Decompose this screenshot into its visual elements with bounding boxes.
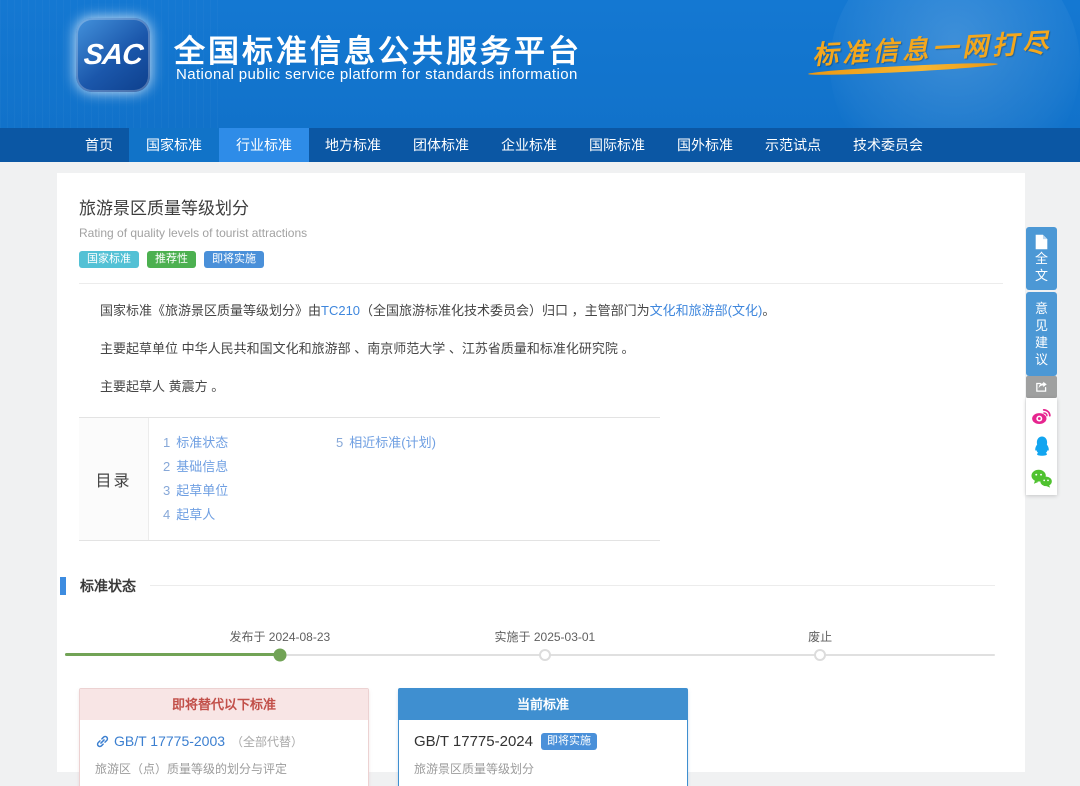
toc-text: 起草单位: [176, 483, 228, 498]
toc-text: 标准状态: [176, 435, 228, 450]
toc-column-1: 1 标准状态 2 基础信息 3 起草单位 4 起草人: [163, 431, 336, 527]
weibo-icon[interactable]: [1030, 405, 1053, 426]
nav-item-demonstration-pilot[interactable]: 示范试点: [749, 128, 837, 162]
replaced-card-header: 即将替代以下标准: [80, 689, 368, 720]
replaced-standard-note: （全部代替）: [231, 733, 303, 750]
status-timeline: 发布于 2024-08-23 实施于 2025-03-01 废止: [65, 610, 995, 662]
current-card-header: 当前标准: [399, 689, 687, 720]
fulltext-button[interactable]: 全文: [1026, 227, 1057, 290]
current-card-body: GB/T 17775-2024 即将实施 旅游景区质量等级划分: [399, 720, 687, 786]
toc-link-status[interactable]: 1 标准状态: [163, 431, 336, 455]
ministry-link[interactable]: 文化和旅游部(文化): [650, 303, 763, 318]
upcoming-badge: 即将实施: [541, 733, 597, 750]
qq-icon[interactable]: [1031, 435, 1053, 459]
current-card-line: GB/T 17775-2024 即将实施: [414, 733, 672, 750]
nav-item-local-standards[interactable]: 地方标准: [309, 128, 397, 162]
nav-item-foreign-standards[interactable]: 国外标准: [661, 128, 749, 162]
share-icon: [1034, 380, 1049, 394]
intro-text: 。: [762, 303, 775, 318]
intro-text: （全国旅游标准化技术委员会）归口 ，主管部门为: [360, 303, 650, 318]
timeline-dot-implemented[interactable]: [539, 649, 551, 661]
toc-text: 相近标准(计划): [349, 435, 436, 450]
current-standard-name: 旅游景区质量等级划分: [414, 760, 672, 777]
replaced-card-line: GB/T 17775-2003 （全部代替）: [95, 733, 353, 750]
nav-item-industry-standards[interactable]: 行业标准: [219, 128, 309, 162]
timeline-label-implemented: 实施于 2025-03-01: [495, 628, 596, 645]
toc-num: 2: [163, 459, 170, 474]
timeline-dot-abolished[interactable]: [814, 649, 826, 661]
sac-logo-text: SAC: [82, 39, 144, 72]
page: SAC 全国标准信息公共服务平台 National public service…: [0, 0, 1080, 786]
site-title: 全国标准信息公共服务平台: [174, 26, 582, 71]
share-button[interactable]: [1026, 376, 1057, 398]
tag-upcoming: 即将实施: [204, 251, 264, 268]
drafters-line: 主要起草人 黄震方 。: [100, 378, 995, 396]
nav-item-enterprise-standards[interactable]: 企业标准: [485, 128, 573, 162]
site-subtitle: National public service platform for sta…: [176, 66, 578, 83]
toc-label: 目录: [79, 418, 149, 540]
toc-num: 3: [163, 483, 170, 498]
nav-item-international-standards[interactable]: 国际标准: [573, 128, 661, 162]
tag-national-standard: 国家标准: [79, 251, 139, 268]
feedback-button[interactable]: 意见建议: [1026, 292, 1057, 376]
section-accent-bar: [60, 577, 66, 595]
toc-link-drafters[interactable]: 4 起草人: [163, 503, 336, 527]
toc-link-similar-standards[interactable]: 5 相近标准(计划): [336, 431, 436, 455]
tag-list: 国家标准 推荐性 即将实施: [79, 251, 1003, 268]
main-nav: 首页 国家标准 行业标准 地方标准 团体标准 企业标准 国际标准 国外标准 示范…: [0, 128, 1080, 162]
status-section-header: 标准状态: [60, 576, 995, 596]
header-banner: SAC 全国标准信息公共服务平台 National public service…: [0, 0, 1080, 128]
sac-logo[interactable]: SAC: [76, 18, 150, 92]
feedback-label: 意见建议: [1034, 300, 1049, 368]
status-section-title: 标准状态: [80, 576, 136, 596]
intro-paragraphs: 国家标准《旅游景区质量等级划分》由TC210（全国旅游标准化技术委员会）归口 ，…: [57, 284, 1025, 397]
intro-text: 国家标准《旅游景区质量等级划分》由: [100, 303, 321, 318]
standard-title-block: 旅游景区质量等级划分 Rating of quality levels of t…: [57, 173, 1025, 284]
replaced-standard-code-link[interactable]: GB/T 17775-2003: [114, 733, 225, 749]
nav-item-group-standards[interactable]: 团体标准: [397, 128, 485, 162]
timeline-dot-published[interactable]: [273, 648, 286, 661]
replaced-standard-name: 旅游区（点）质量等级的划分与评定: [95, 760, 353, 777]
standard-cards: 即将替代以下标准 GB/T 17775-2003 （全部代替） 旅游区（点）质量…: [79, 688, 1025, 786]
nav-item-home[interactable]: 首页: [69, 128, 129, 162]
toc-link-drafting-units[interactable]: 3 起草单位: [163, 479, 336, 503]
section-header-line: [150, 585, 995, 586]
document-icon: [1034, 234, 1049, 250]
toc-column-2: 5 相近标准(计划): [336, 431, 436, 527]
page-title: 旅游景区质量等级划分: [79, 194, 1003, 219]
page-title-english: Rating of quality levels of tourist attr…: [79, 226, 1003, 240]
wechat-icon[interactable]: [1030, 468, 1053, 489]
timeline-label-abolished: 废止: [808, 628, 832, 645]
timeline-label-published: 发布于 2024-08-23: [229, 628, 330, 645]
toc-text: 基础信息: [176, 459, 228, 474]
nav-item-technical-committee[interactable]: 技术委员会: [837, 128, 939, 162]
fulltext-label: 全文: [1034, 250, 1049, 284]
tag-recommended: 推荐性: [147, 251, 196, 268]
toc-num: 1: [163, 435, 170, 450]
tc210-link[interactable]: TC210: [321, 303, 360, 318]
current-standard-code: GB/T 17775-2024: [414, 733, 533, 750]
toc-link-basic-info[interactable]: 2 基础信息: [163, 455, 336, 479]
link-icon: [95, 734, 110, 749]
toc-body: 1 标准状态 2 基础信息 3 起草单位 4 起草人 5 相近标准(计划): [149, 418, 436, 540]
toc-num: 4: [163, 507, 170, 522]
toc-text: 起草人: [176, 507, 215, 522]
drafting-units-line: 主要起草单位 中华人民共和国文化和旅游部 、南京师范大学 、江苏省质量和标准化研…: [100, 340, 995, 358]
nav-item-national-standards[interactable]: 国家标准: [129, 128, 219, 162]
intro-line: 国家标准《旅游景区质量等级划分》由TC210（全国旅游标准化技术委员会）归口 ，…: [100, 302, 995, 320]
content-card: 旅游景区质量等级划分 Rating of quality levels of t…: [57, 173, 1025, 772]
timeline-progress: [65, 653, 280, 656]
social-share-panel: [1026, 398, 1057, 495]
toc-box: 目录 1 标准状态 2 基础信息 3 起草单位 4 起草人 5 相近标准(计划): [79, 417, 660, 541]
current-standard-card: 当前标准 GB/T 17775-2024 即将实施 旅游景区质量等级划分: [398, 688, 688, 786]
toc-num: 5: [336, 435, 343, 450]
replaced-standard-card: 即将替代以下标准 GB/T 17775-2003 （全部代替） 旅游区（点）质量…: [79, 688, 369, 786]
replaced-card-body: GB/T 17775-2003 （全部代替） 旅游区（点）质量等级的划分与评定: [80, 720, 368, 786]
